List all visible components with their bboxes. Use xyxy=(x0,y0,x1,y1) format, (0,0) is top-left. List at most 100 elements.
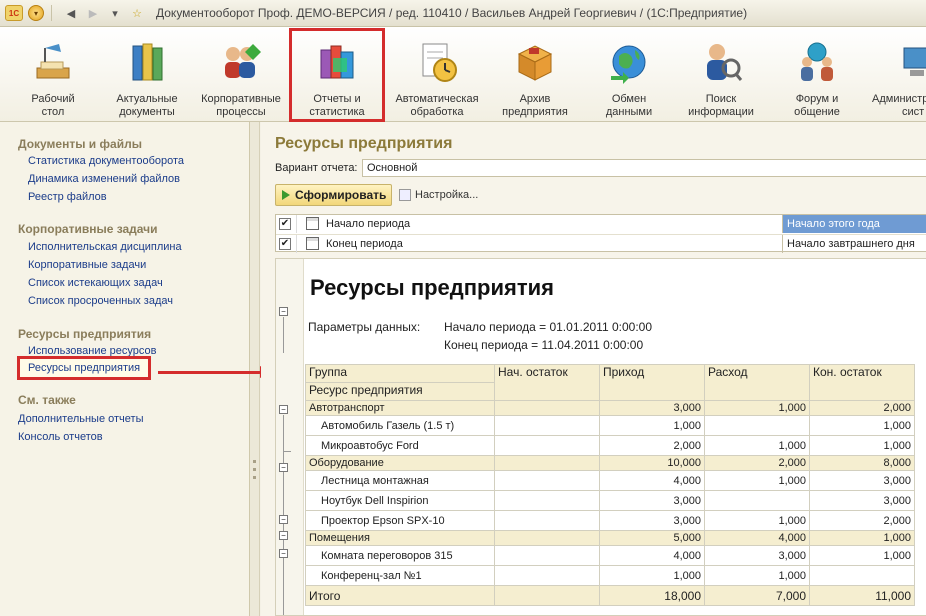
cell-end: 1,000 xyxy=(809,530,915,546)
column-header: Приход xyxy=(599,364,705,401)
sidebar-link[interactable]: Исполнительская дисциплина xyxy=(28,241,182,253)
cell-end: 3,000 xyxy=(809,490,915,511)
toolbar-corporate-processes-button[interactable]: Корпоративные процессы xyxy=(196,37,286,118)
sidebar-link[interactable]: Консоль отчетов xyxy=(18,431,103,443)
toolbar-label: Обмен xyxy=(611,93,647,105)
menu-circle-icon: ▾ xyxy=(28,5,44,21)
favorites-button[interactable]: ☆ xyxy=(128,4,146,22)
toolbar-reports-button[interactable]: Отчеты и статистика xyxy=(289,28,385,122)
param-row[interactable]: ✔ Начало периода Начало этого года xyxy=(276,215,926,233)
cell-in: 5,000 xyxy=(599,530,705,546)
param-checkbox[interactable]: ✔ xyxy=(279,238,291,250)
toolbar-label: предприятия xyxy=(502,106,568,118)
table-group-row[interactable]: Автотранспорт 3,000 1,000 2,000 xyxy=(305,400,915,416)
menu-button[interactable]: ▾ xyxy=(27,4,45,22)
back-arrow-icon: ◀ xyxy=(66,7,76,20)
window-title: Документооборот Проф. ДЕМО-ВЕРСИЯ / ред.… xyxy=(156,6,748,20)
grouping-gutter: − − − − − − xyxy=(276,259,304,615)
variant-label: Вариант отчета: xyxy=(275,162,358,174)
cell-in: 1,000 xyxy=(599,565,705,586)
sidebar-link[interactable]: Статистика документооборота xyxy=(28,155,184,167)
table-row[interactable]: Лестница монтажная 4,000 1,000 3,000 xyxy=(305,470,915,491)
page-title: Ресурсы предприятия xyxy=(275,135,453,152)
cell-out: 3,000 xyxy=(704,545,810,566)
toolbar-automatic-processing-button[interactable]: Автоматическая обработка xyxy=(392,37,482,118)
cell-start xyxy=(494,530,600,546)
cell-end: 3,000 xyxy=(809,470,915,491)
toolbar-label: процессы xyxy=(216,106,266,118)
table-row[interactable]: Микроавтобус Ford 2,000 1,000 1,000 xyxy=(305,435,915,456)
panel-splitter[interactable] xyxy=(250,122,260,616)
collapse-toggle[interactable]: − xyxy=(279,463,288,472)
settings-button[interactable]: Настройка... xyxy=(399,184,478,206)
collapse-toggle[interactable]: − xyxy=(279,515,288,524)
collapse-toggle[interactable]: − xyxy=(279,307,288,316)
toolbar-admin-button[interactable]: Администр сист xyxy=(866,37,926,117)
report-table: Группа Нач. остаток Приход Расход Кон. о… xyxy=(305,364,915,606)
cell-start xyxy=(494,435,600,456)
toolbar-label: общение xyxy=(794,106,840,118)
table-row[interactable]: Ноутбук Dell Inspirion 3,000 3,000 xyxy=(305,490,915,511)
toolbar-label: Рабочий xyxy=(31,93,75,105)
sidebar-link[interactable]: Корпоративные задачи xyxy=(28,259,146,271)
calendar-icon xyxy=(306,237,319,250)
param-value[interactable]: Начало завтрашнего дня xyxy=(782,235,926,253)
forward-button[interactable]: ▶ xyxy=(84,4,102,22)
table-row[interactable]: Конференц-зал №1 1,000 1,000 xyxy=(305,565,915,586)
variant-field[interactable]: Основной xyxy=(362,159,926,177)
resource-name: Комната переговоров 315 xyxy=(305,545,495,566)
collapse-toggle[interactable]: − xyxy=(279,531,288,540)
toolbar-search-button[interactable]: Поиск информации xyxy=(676,37,766,118)
toolbar-archive-button[interactable]: Архив предприятия xyxy=(490,37,580,118)
cell-end: 2,000 xyxy=(809,400,915,416)
param-value[interactable]: Начало этого года xyxy=(782,215,926,233)
param-checkbox[interactable]: ✔ xyxy=(279,218,291,230)
toolbar-label: обработка xyxy=(410,106,464,118)
forum-people-icon xyxy=(795,40,839,84)
sidebar-link[interactable]: Динамика изменений файлов xyxy=(28,173,180,185)
cell-in: 10,000 xyxy=(599,455,705,471)
1c-logo-icon[interactable]: 1С xyxy=(5,5,23,21)
toolbar-label: информации xyxy=(688,106,754,118)
back-button[interactable]: ◀ xyxy=(62,4,80,22)
collapse-toggle[interactable]: − xyxy=(279,405,288,414)
toolbar-label: документы xyxy=(119,106,175,118)
collapse-toggle[interactable]: − xyxy=(279,549,288,558)
admin-computer-icon xyxy=(900,40,926,84)
table-row[interactable]: Комната переговоров 315 4,000 3,000 1,00… xyxy=(305,545,915,566)
total-out: 7,000 xyxy=(704,585,810,606)
cell-start xyxy=(494,415,600,436)
sidebar-link[interactable]: Список истекающих задач xyxy=(28,277,163,289)
toolbar-label: Администр xyxy=(872,93,926,105)
toolbar-current-documents-button[interactable]: Актуальные документы xyxy=(102,37,192,118)
sidebar-link[interactable]: Реестр файлов xyxy=(28,191,107,203)
sidebar-link[interactable]: Список просроченных задач xyxy=(28,295,173,307)
cell-in: 2,000 xyxy=(599,435,705,456)
total-label: Итого xyxy=(305,585,495,606)
history-dropdown[interactable]: ▾ xyxy=(106,4,124,22)
total-end: 11,000 xyxy=(809,585,915,606)
total-in: 18,000 xyxy=(599,585,705,606)
sidebar-link[interactable]: Использование ресурсов xyxy=(28,345,156,357)
resource-name: Лестница монтажная xyxy=(305,470,495,491)
param-row[interactable]: ✔ Конец периода Начало завтрашнего дня xyxy=(276,234,926,253)
table-group-row[interactable]: Помещения 5,000 4,000 1,000 xyxy=(305,530,915,546)
toolbar-forum-button[interactable]: Форум и общение xyxy=(772,37,862,118)
cell-out: 1,000 xyxy=(704,400,810,416)
cell-start xyxy=(494,400,600,416)
toolbar-label: Форум и xyxy=(795,93,839,105)
toolbar-desktop-button[interactable]: Рабочий стол xyxy=(8,37,98,118)
sidebar-section-title: Документы и файлы xyxy=(18,137,142,151)
table-row[interactable]: Автомобиль Газель (1.5 т) 1,000 1,000 xyxy=(305,415,915,436)
toolbar-label: Автоматическая xyxy=(395,93,479,105)
toolbar-data-exchange-button[interactable]: Обмен данными xyxy=(584,37,674,118)
calendar-icon xyxy=(306,217,319,230)
table-row[interactable]: Проектор Epson SPX-10 3,000 1,000 2,000 xyxy=(305,510,915,531)
cell-end: 8,000 xyxy=(809,455,915,471)
sidebar-link-active[interactable]: Ресурсы предприятия xyxy=(16,356,152,380)
table-group-row[interactable]: Оборудование 10,000 2,000 8,000 xyxy=(305,455,915,471)
toolbar-label: Отчеты и xyxy=(313,93,361,105)
generate-button[interactable]: Сформировать xyxy=(275,184,392,206)
cell-out: 2,000 xyxy=(704,455,810,471)
sidebar-link[interactable]: Дополнительные отчеты xyxy=(18,413,143,425)
